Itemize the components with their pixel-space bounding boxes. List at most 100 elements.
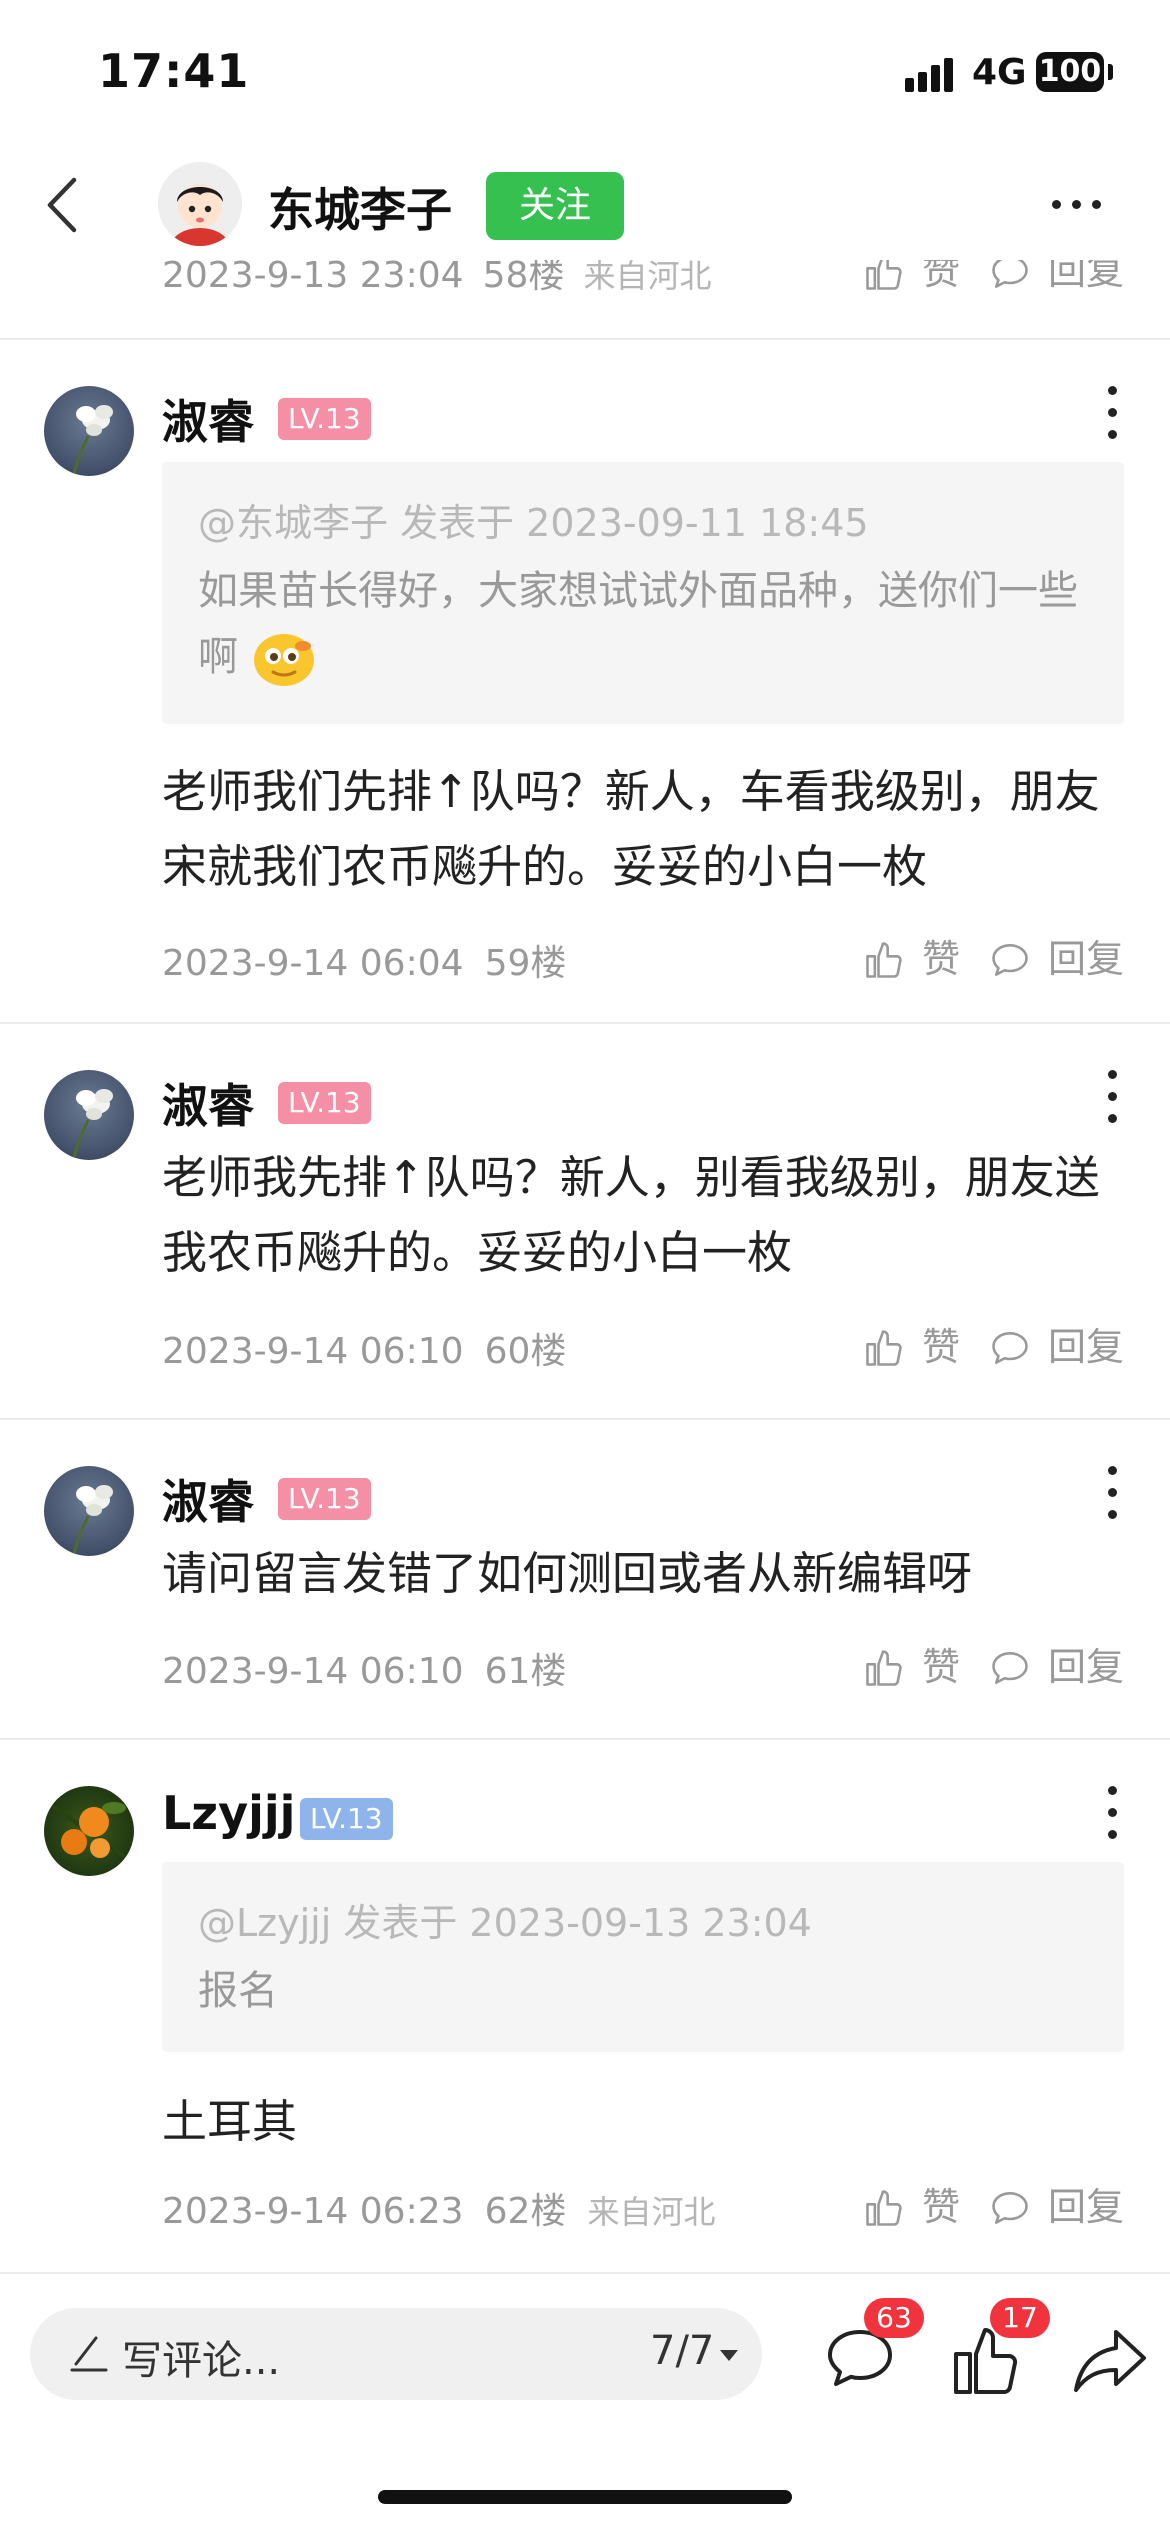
comment-meta: 2023-9-14 06:10 60楼 — [162, 1322, 582, 1372]
more-icon-dot — [1108, 1488, 1117, 1497]
battery-icon: 100 — [1036, 52, 1104, 92]
comment-bubble-icon — [992, 1332, 1028, 1364]
reply-button[interactable]: 回复 — [988, 1642, 1128, 1692]
more-icon-dot — [1108, 1830, 1117, 1839]
network-type: 4G — [972, 52, 1027, 93]
user-name[interactable]: Lzyjjj — [162, 1786, 295, 1840]
comment-floor: 59楼 — [484, 943, 567, 984]
like-label: 赞 — [922, 2185, 961, 2229]
level-badge: LV.13 — [300, 1798, 393, 1840]
user-name[interactable]: 淑睿 — [162, 1466, 254, 1532]
user-name[interactable]: 淑睿 — [162, 1070, 254, 1136]
level-badge: LV.13 — [278, 398, 371, 440]
thumbs-up-icon — [866, 2190, 902, 2226]
back-button[interactable] — [28, 170, 98, 240]
user-avatar[interactable] — [44, 1070, 134, 1160]
reply-button[interactable]: 回复 — [988, 934, 1128, 984]
comment-count-badge: 63 — [864, 2298, 924, 2338]
signal-icon — [905, 56, 957, 92]
comment-text: 老师我先排↑队吗？新人，别看我级别，朋友送我农币飚升的。妥妥的小白一枚 — [162, 1151, 1100, 1279]
comment-more-button[interactable] — [1100, 1068, 1126, 1128]
comment-meta: 2023-9-14 06:23 62楼 来自河北 — [162, 2182, 732, 2232]
home-indicator[interactable] — [378, 2490, 792, 2504]
more-icon-dot — [1108, 1808, 1117, 1817]
flower-avatar-icon — [72, 1089, 113, 1159]
comment-more-button[interactable] — [1100, 384, 1126, 444]
reply-button[interactable]: 回复 — [988, 1322, 1128, 1372]
comment-location: 来自河北 — [583, 257, 712, 295]
reply-label: 回复 — [1048, 1645, 1125, 1689]
thumbs-up-icon — [866, 942, 902, 978]
more-icon — [1108, 386, 1117, 395]
reply-label: 回复 — [1048, 1325, 1125, 1369]
more-icon-dot — [1108, 1114, 1117, 1123]
status-time: 17:41 — [98, 44, 250, 98]
like-label: 赞 — [922, 1325, 961, 1369]
author-avatar[interactable] — [158, 162, 242, 246]
quoted-comment[interactable]: @Lzyjjj 发表于 2023-09-13 23:04 报名 — [162, 1862, 1124, 2052]
level-badge: LV.13 — [278, 1082, 371, 1124]
status-bar: 17:41 4G 100 — [0, 0, 1170, 140]
more-icon — [1108, 1466, 1117, 1475]
like-label: 赞 — [922, 1645, 961, 1689]
like-button[interactable]: 赞 — [862, 1642, 972, 1692]
like-button[interactable]: 赞 — [862, 2182, 972, 2232]
comment-bubble-icon — [992, 944, 1028, 976]
reply-button[interactable]: 回复 — [988, 2182, 1128, 2232]
comment-input[interactable]: 写评论... 7/7 — [30, 2308, 762, 2400]
pencil-icon — [70, 2336, 108, 2372]
comment-date: 2023-9-14 06:04 — [162, 943, 464, 984]
like-button[interactable]: 赞 — [862, 934, 972, 984]
orange-avatar-icon — [50, 1802, 126, 1858]
page-selector[interactable]: 7/7 — [650, 2328, 714, 2374]
flower-avatar-icon — [72, 1485, 113, 1555]
author-name[interactable]: 东城李子 — [268, 174, 452, 240]
battery-tip — [1108, 64, 1113, 80]
comment-item: 淑睿 LV.13 @东城李子 发表于 2023-09-11 18:45 如果苗长… — [0, 340, 1170, 1020]
nav-bar: 东城李子 关注 — [0, 150, 1170, 260]
more-icon-dot — [1072, 200, 1081, 209]
comment-floor: 61楼 — [484, 1651, 567, 1692]
comment-date: 2023-9-14 06:10 — [162, 1651, 464, 1692]
follow-button[interactable]: 关注 — [486, 172, 624, 240]
comment-text: 请问留言发错了如何测回或者从新编辑呀 — [162, 1547, 973, 1600]
comment-text: 土耳其 — [162, 2095, 298, 2148]
comment-meta: 2023-9-14 06:04 59楼 — [162, 934, 582, 984]
user-avatar[interactable] — [44, 1466, 134, 1556]
more-icon-dot — [1108, 1092, 1117, 1101]
emoji-icon — [253, 634, 314, 686]
comment-more-button[interactable] — [1100, 1784, 1126, 1844]
more-icon-dot — [1092, 200, 1101, 209]
quote-header: @东城李子 发表于 2023-09-11 18:45 — [198, 501, 869, 545]
like-count-badge: 17 — [990, 2298, 1050, 2338]
level-badge: LV.13 — [278, 1478, 371, 1520]
comment-date: 2023-9-13 23:04 — [162, 255, 464, 296]
more-options-button[interactable] — [1046, 184, 1108, 224]
flower-avatar-icon — [72, 405, 113, 475]
bottom-bar: 写评论... 7/7 63 17 — [0, 2280, 1170, 2440]
quoted-comment[interactable]: @东城李子 发表于 2023-09-11 18:45 如果苗长得好，大家想试试外… — [162, 462, 1124, 724]
quote-body: 如果苗长得好，大家想试试外面品种，送你们一些啊 — [198, 558, 1098, 690]
comment-more-button[interactable] — [1100, 1464, 1126, 1524]
quote-text: 如果苗长得好，大家想试试外面品种，送你们一些啊 — [198, 568, 1078, 680]
comment-floor: 60楼 — [484, 1331, 567, 1372]
back-arrow-icon — [47, 177, 77, 233]
comment-floor: 58楼 — [482, 255, 565, 296]
comment-bubble-icon — [992, 1652, 1028, 1684]
user-avatar[interactable] — [44, 1786, 134, 1876]
comment-date: 2023-9-14 06:23 — [162, 2191, 464, 2232]
more-icon-dot — [1108, 430, 1117, 439]
share-icon — [1074, 2330, 1146, 2392]
thumbs-up-icon — [866, 1650, 902, 1686]
user-name[interactable]: 淑睿 — [162, 386, 254, 452]
comment-text: 老师我们先排↑队吗？新人，车看我级别，朋友宋就我们农币飚升的。妥妥的小白一枚 — [162, 765, 1100, 893]
user-avatar[interactable] — [44, 386, 134, 476]
share-button[interactable] — [1070, 2322, 1150, 2398]
more-icon-dot — [1108, 1510, 1117, 1519]
comment-item: 淑睿 LV.13 请问留言发错了如何测回或者从新编辑呀 2023-9-14 06… — [0, 1420, 1170, 1738]
comment-item: 淑睿 LV.13 老师我先排↑队吗？新人，别看我级别，朋友送我农币飚升的。妥妥的… — [0, 1024, 1170, 1418]
comment-floor: 62楼 — [484, 2191, 567, 2232]
reply-label: 回复 — [1048, 937, 1125, 981]
like-button[interactable]: 赞 — [862, 1322, 972, 1372]
caret-down-icon — [720, 2350, 738, 2361]
